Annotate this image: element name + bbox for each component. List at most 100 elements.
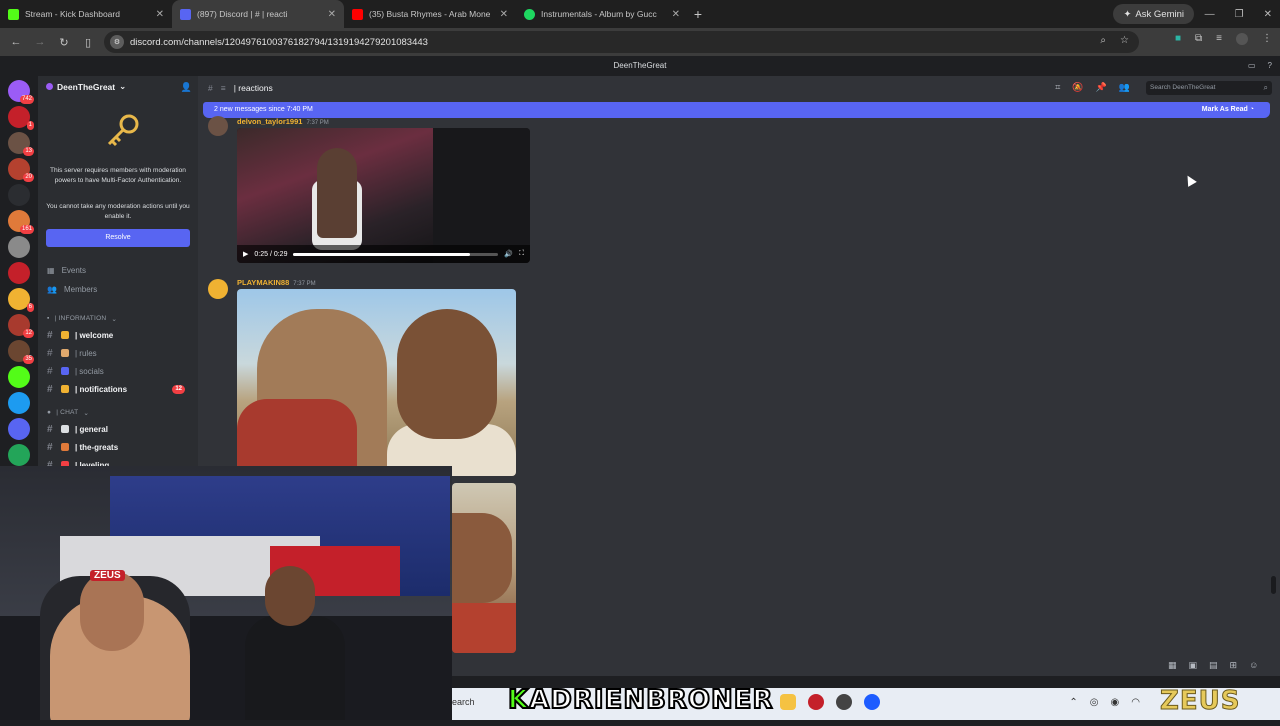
emoji-icon[interactable]: ☺ xyxy=(1249,660,1258,671)
server-icon[interactable] xyxy=(8,392,30,414)
puzzle-icon[interactable]: ⧉ xyxy=(1195,33,1202,45)
maximize-icon[interactable]: ❐ xyxy=(1235,9,1244,20)
brand-patch: ZEUS xyxy=(90,570,125,581)
app-icon[interactable] xyxy=(808,694,824,710)
server-icon[interactable]: 13 xyxy=(8,132,34,156)
server-icon[interactable] xyxy=(8,418,30,440)
pin-icon[interactable]: 📌 xyxy=(1096,82,1107,93)
zoom-icon[interactable]: ⌕ xyxy=(1100,35,1106,46)
address-bar[interactable]: ⚙ discord.com/channels/12049761003761827… xyxy=(104,31,1139,53)
channel-rules[interactable]: # | rules xyxy=(47,345,191,361)
threads-icon[interactable]: ⌗ xyxy=(1055,82,1060,93)
category-information[interactable]: ▪ | INFORMATION ⌄ xyxy=(47,315,117,323)
close-tab-icon[interactable]: ✕ xyxy=(672,9,680,20)
channel-welcome[interactable]: # | welcome xyxy=(47,327,191,343)
avatar[interactable] xyxy=(208,116,228,136)
category-chat[interactable]: ● | CHAT ⌄ xyxy=(47,409,89,417)
close-window-icon[interactable]: ✕ xyxy=(1264,9,1272,20)
scrollbar-thumb[interactable] xyxy=(1271,576,1276,594)
browser-tab-youtube[interactable]: (35) Busta Rhymes - Arab Mone ✕ xyxy=(344,0,516,28)
app-icon[interactable] xyxy=(864,694,880,710)
back-icon[interactable]: ← xyxy=(4,36,28,48)
system-tray: ⌃ ◎ ◉ ◠ xyxy=(1069,697,1140,708)
volume-icon[interactable]: 🔊 xyxy=(504,250,513,258)
channel-the-greats[interactable]: # | the-greats xyxy=(47,439,191,455)
video-progress-bar[interactable] xyxy=(293,252,499,256)
browser-tab-discord[interactable]: (897) Discord | # ⁠| reacti ✕ xyxy=(172,0,344,28)
image-attachment[interactable] xyxy=(452,483,516,653)
events-nav[interactable]: ▦ Events xyxy=(47,266,86,275)
invite-icon[interactable]: 👤 xyxy=(181,82,192,93)
server-icon[interactable]: 12 xyxy=(8,314,34,338)
menu-icon[interactable]: ⋮ xyxy=(1262,33,1272,45)
server-icon[interactable] xyxy=(8,184,30,206)
fullscreen-icon[interactable]: ⛶ xyxy=(519,250,524,258)
help-icon[interactable]: ? xyxy=(1268,56,1272,76)
server-icon[interactable]: 742 xyxy=(8,80,34,104)
tray-icon[interactable]: ◎ xyxy=(1090,697,1099,708)
minimize-icon[interactable]: — xyxy=(1205,9,1215,20)
search-input[interactable]: Search DeenTheGreat ⌕ xyxy=(1146,81,1272,95)
mute-bell-icon[interactable]: 🔕 xyxy=(1072,82,1083,93)
app-icon[interactable]: ⊞ xyxy=(1230,660,1238,671)
browser-tab-spotify[interactable]: Instrumentals - Album by Gucc ✕ xyxy=(516,0,688,28)
file-explorer-icon[interactable] xyxy=(780,694,796,710)
avatar[interactable] xyxy=(208,279,228,299)
image-attachment[interactable] xyxy=(237,289,516,476)
forward-icon[interactable]: → xyxy=(28,36,52,48)
profile-avatar[interactable] xyxy=(1236,33,1248,45)
mark-as-read-button[interactable]: Mark As Read ◔ xyxy=(1202,102,1254,118)
sticker-icon[interactable]: ▤ xyxy=(1209,660,1218,671)
close-tab-icon[interactable]: ✕ xyxy=(500,9,508,20)
channel-notifications[interactable]: # | notifications 12 xyxy=(47,381,191,397)
close-tab-icon[interactable]: ✕ xyxy=(156,9,164,20)
channel-type-icon: ≡ xyxy=(220,83,226,93)
tab-title: (897) Discord | # ⁠| reacti xyxy=(197,9,288,19)
app-icon[interactable] xyxy=(836,694,852,710)
resolve-button[interactable]: Resolve xyxy=(46,229,190,247)
extension-icon[interactable]: ■ xyxy=(1175,33,1181,45)
video-attachment[interactable]: ▶ 0:25 / 0:29 🔊 ⛶ xyxy=(237,128,530,263)
tray-icon[interactable]: ◉ xyxy=(1111,697,1120,708)
bookmark-star-icon[interactable]: ☆ xyxy=(1120,35,1129,46)
server-icon[interactable] xyxy=(8,444,30,466)
members-nav[interactable]: 👥 Members xyxy=(47,285,97,294)
ask-gemini-button[interactable]: ✦ Ask Gemini xyxy=(1113,4,1194,24)
wifi-icon[interactable]: ◠ xyxy=(1131,697,1140,708)
gif-icon[interactable]: ▣ xyxy=(1189,660,1198,671)
channel-socials[interactable]: # | socials xyxy=(47,363,191,379)
server-name-button[interactable]: DeenTheGreat ⌄ xyxy=(46,81,126,92)
server-icon[interactable] xyxy=(8,366,30,388)
server-icon[interactable]: 35 xyxy=(8,340,34,364)
server-title: DeenTheGreat xyxy=(613,61,667,70)
hash-icon: # xyxy=(47,423,53,435)
media-icon[interactable]: ≡ xyxy=(1216,33,1222,45)
server-icon[interactable] xyxy=(8,262,30,284)
chevron-up-icon[interactable]: ⌃ xyxy=(1069,697,1077,708)
play-icon[interactable]: ▶ xyxy=(243,250,248,258)
site-info-icon[interactable]: ⚙ xyxy=(110,35,124,49)
tab-title: Instrumentals - Album by Gucc xyxy=(541,9,657,19)
server-icon[interactable]: 6 xyxy=(8,288,34,312)
sidebar-icon[interactable]: ▯ xyxy=(76,36,100,49)
server-icon[interactable]: 20 xyxy=(8,158,34,182)
member-list-icon[interactable]: 👥 xyxy=(1119,82,1130,93)
image-detail xyxy=(452,603,516,653)
webcam-scene xyxy=(80,571,144,651)
server-icon[interactable] xyxy=(8,236,30,258)
message-author[interactable]: PLAYMAKIN88 7:37 PM xyxy=(237,278,316,287)
reload-icon[interactable]: ↻ xyxy=(52,36,76,49)
gift-icon[interactable]: ▦ xyxy=(1168,660,1177,671)
browser-tab-kick[interactable]: Stream - Kick Dashboard ✕ xyxy=(0,0,172,28)
channel-general[interactable]: # | general xyxy=(47,421,191,437)
server-icon[interactable]: 161 xyxy=(8,210,34,234)
server-icon[interactable]: 1 xyxy=(8,106,34,130)
events-label: Events xyxy=(61,266,87,275)
message-author[interactable]: delvon_taylor1991 7:37 PM xyxy=(237,117,329,126)
new-tab-button[interactable]: + xyxy=(688,6,708,22)
close-tab-icon[interactable]: ✕ xyxy=(328,9,336,20)
taskbar-search[interactable]: earch xyxy=(452,697,475,707)
inbox-icon[interactable]: ▭ xyxy=(1248,56,1256,76)
new-messages-bar[interactable]: 2 new messages since 7:40 PM Mark As Rea… xyxy=(203,102,1270,118)
mfa-warning-text: You cannot take any moderation actions u… xyxy=(46,203,190,220)
